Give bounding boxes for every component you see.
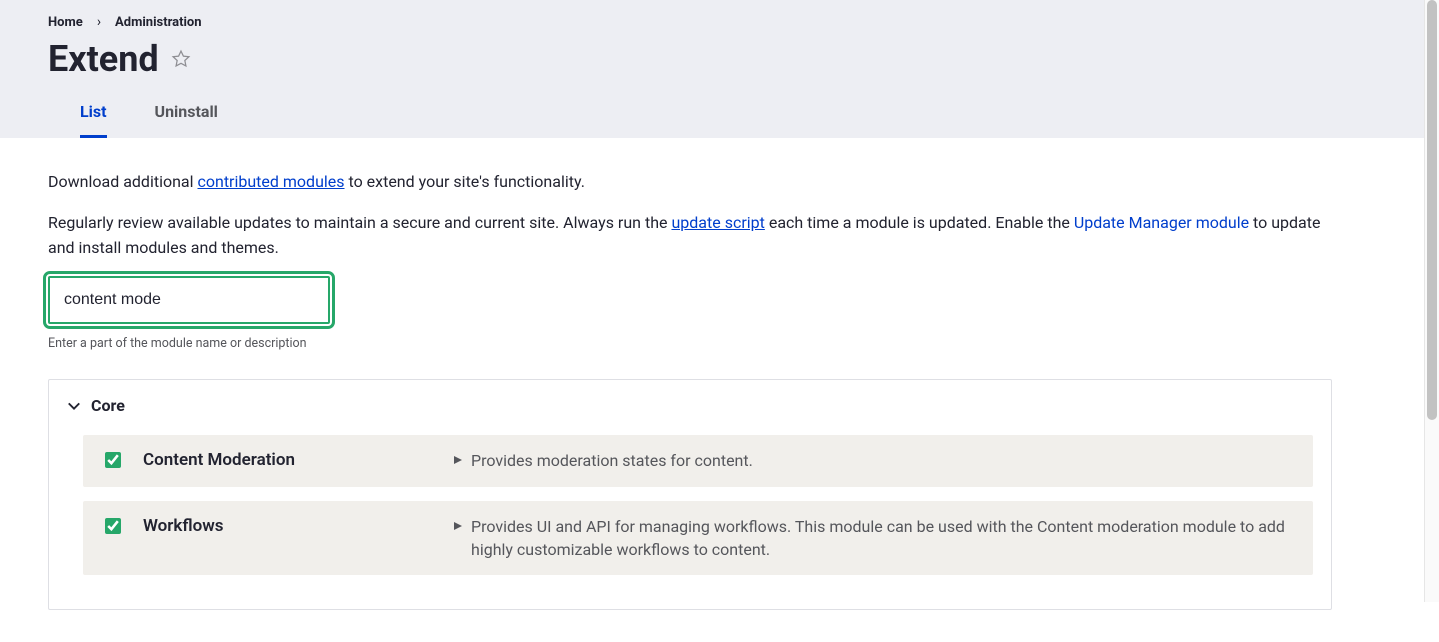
tab-uninstall[interactable]: Uninstall: [155, 90, 218, 138]
intro-text: Download additional contributed modules …: [48, 170, 1332, 260]
module-description-text: Provides UI and API for managing workflo…: [471, 515, 1291, 561]
module-enable-checkbox[interactable]: [105, 452, 121, 468]
scrollbar-thumb[interactable]: [1427, 0, 1437, 420]
intro-text-part: Download additional: [48, 172, 197, 191]
tab-list[interactable]: List: [80, 90, 107, 138]
breadcrumb-admin[interactable]: Administration: [115, 15, 202, 30]
module-description[interactable]: Provides moderation states for content.: [453, 449, 1291, 472]
breadcrumb-home[interactable]: Home: [48, 15, 83, 30]
page-header: Home › Administration Extend List Uninst…: [0, 0, 1439, 138]
content-region: Download additional contributed modules …: [0, 138, 1380, 642]
module-section-toggle[interactable]: Core: [49, 380, 1331, 425]
module-row: Content Moderation Provides moderation s…: [83, 435, 1313, 486]
tabs: List Uninstall: [48, 90, 1391, 138]
intro-text-part: to extend your site's functionality.: [345, 172, 585, 191]
module-description[interactable]: Provides UI and API for managing workflo…: [453, 515, 1291, 561]
contributed-modules-link[interactable]: contributed modules: [197, 172, 344, 191]
scrollbar[interactable]: [1424, 0, 1439, 602]
module-enable-checkbox[interactable]: [105, 518, 121, 534]
filter-wrap: Enter a part of the module name or descr…: [48, 276, 1332, 351]
breadcrumb: Home › Administration: [48, 14, 1391, 36]
update-script-link[interactable]: update script: [671, 213, 764, 232]
module-checkbox-wrap: [105, 449, 143, 472]
filter-help-text: Enter a part of the module name or descr…: [48, 336, 1332, 351]
triangle-right-icon: [453, 449, 463, 465]
chevron-right-icon: ›: [97, 14, 101, 30]
page-title: Extend: [48, 38, 159, 80]
module-items: Content Moderation Provides moderation s…: [49, 425, 1331, 609]
module-row: Workflows Provides UI and API for managi…: [83, 501, 1313, 575]
module-name[interactable]: Workflows: [143, 515, 453, 536]
star-icon[interactable]: [171, 49, 191, 69]
intro-text-part: Regularly review available updates to ma…: [48, 213, 671, 232]
module-filter-input[interactable]: [48, 276, 330, 324]
module-description-text: Provides moderation states for content.: [471, 449, 753, 472]
module-section-title: Core: [91, 396, 125, 415]
module-name[interactable]: Content Moderation: [143, 449, 453, 470]
module-checkbox-wrap: [105, 515, 143, 538]
title-row: Extend: [48, 36, 1391, 90]
intro-text-part: each time a module is updated. Enable th…: [765, 213, 1074, 232]
chevron-down-icon: [67, 399, 81, 413]
triangle-right-icon: [453, 515, 463, 531]
module-list-box: Core Content Moderation Provides moderat…: [48, 379, 1332, 610]
update-manager-link[interactable]: Update Manager module: [1074, 213, 1249, 232]
